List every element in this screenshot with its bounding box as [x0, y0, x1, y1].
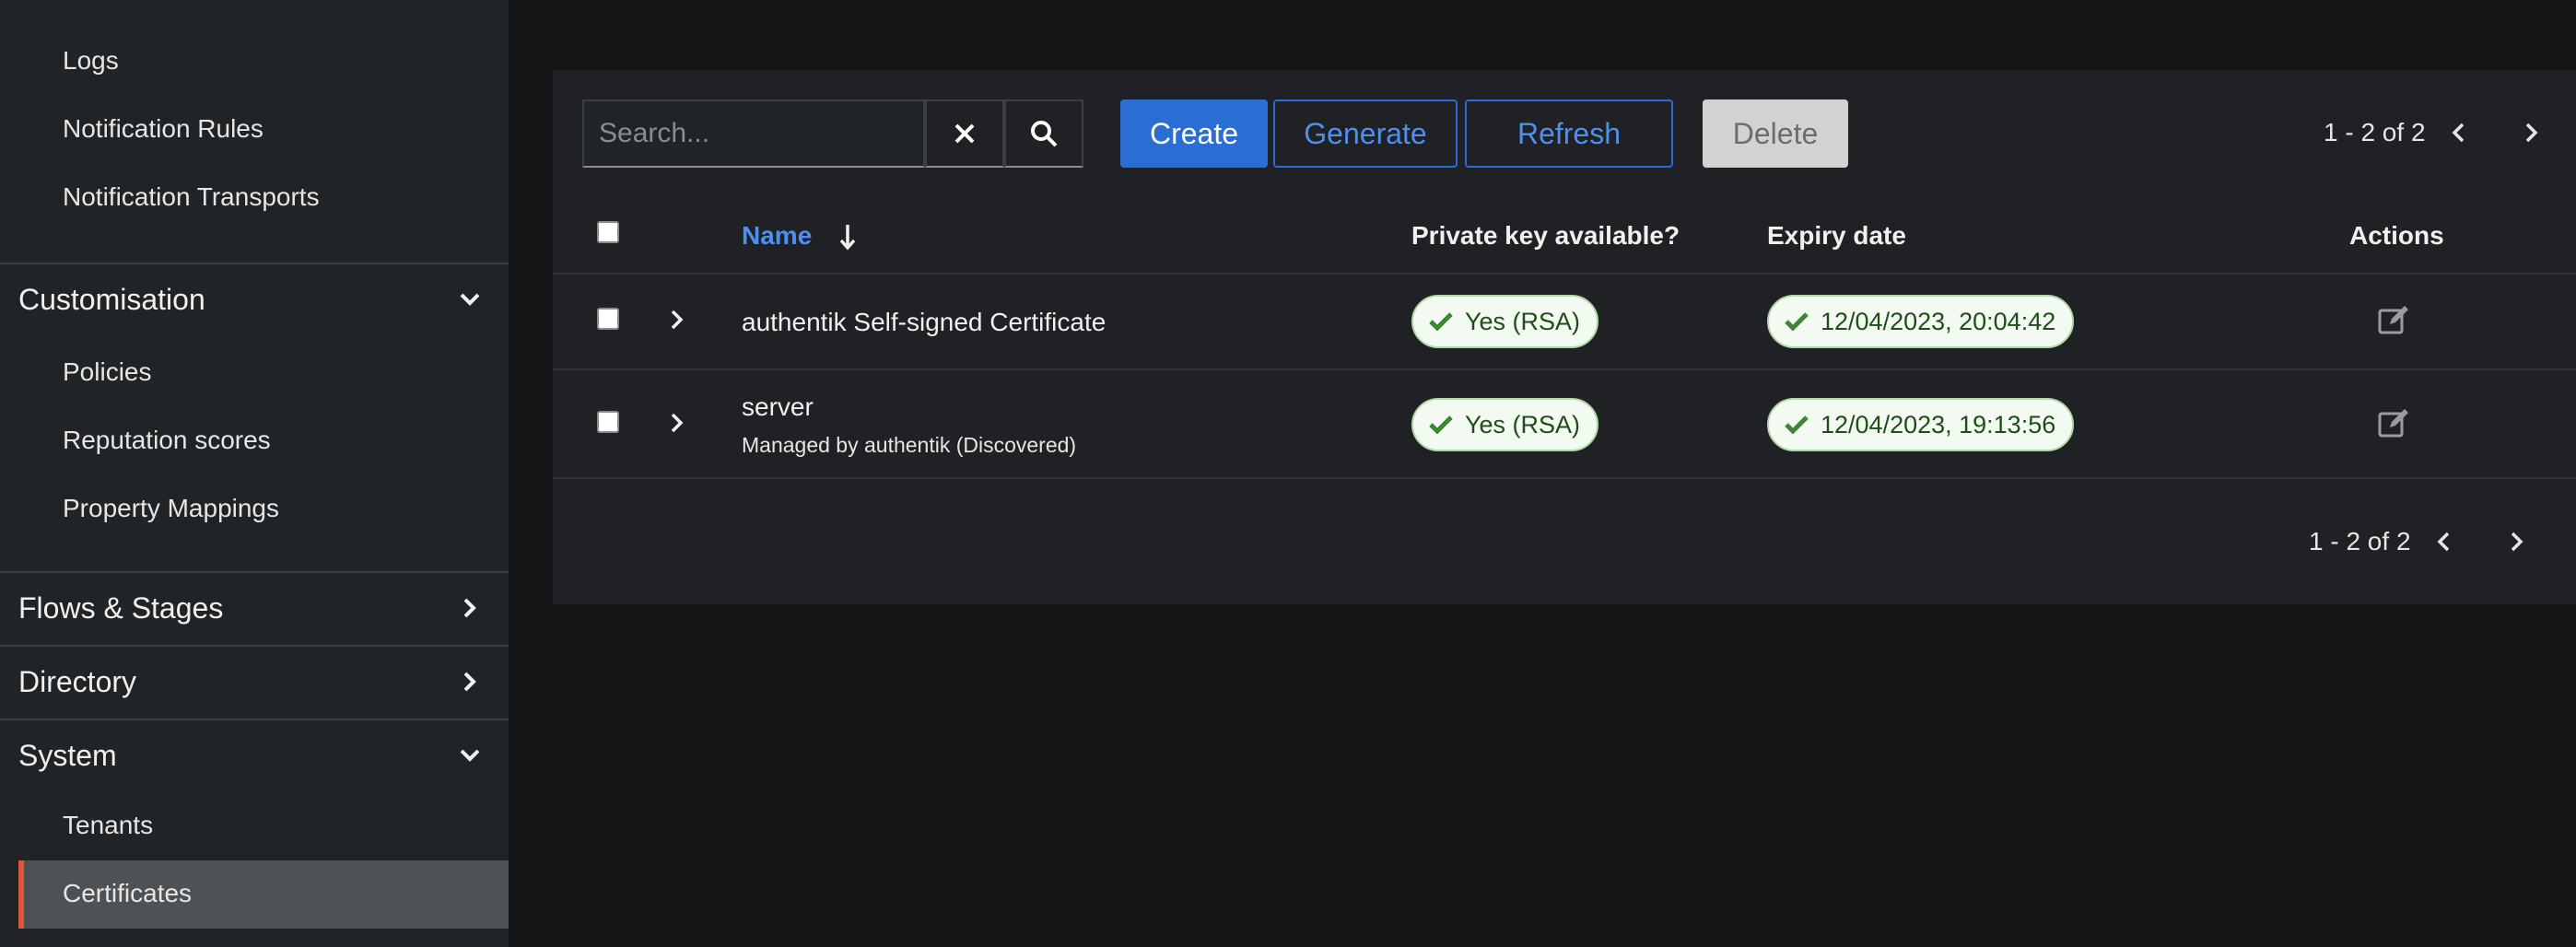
sidebar-group-label: Flows & Stages: [18, 590, 224, 625]
expand-chevron-icon[interactable]: [671, 413, 684, 433]
sidebar-item-certificates[interactable]: Certificates: [63, 879, 192, 908]
chevron-right-icon: [457, 669, 483, 695]
search-input-wrapper[interactable]: [582, 99, 925, 168]
private-key-badge: Yes (RSA): [1411, 398, 1599, 451]
search-input[interactable]: [599, 118, 923, 149]
certificate-managed-note: Managed by authentik (Discovered): [742, 433, 1077, 457]
sidebar-group-label: System: [18, 738, 117, 772]
column-header-expiry: Expiry date: [1767, 221, 1906, 250]
footer-pagination-label: 1 - 2 of 2: [2309, 527, 2411, 555]
edit-icon[interactable]: [2377, 407, 2410, 440]
private-key-text: Yes (RSA): [1465, 410, 1581, 438]
expiry-text: 12/04/2023, 19:13:56: [1821, 410, 2056, 438]
column-header-actions: Actions: [2349, 221, 2444, 250]
sidebar-item-tenants[interactable]: Tenants: [63, 811, 153, 840]
column-header-name[interactable]: Name: [742, 221, 812, 251]
sidebar-item-reputation-scores[interactable]: Reputation scores: [63, 426, 271, 455]
clear-search-button[interactable]: [925, 99, 1004, 168]
chevron-right-icon: [457, 595, 483, 621]
sidebar-item-logs[interactable]: Logs: [63, 46, 119, 76]
divider: [553, 273, 2576, 275]
sidebar-group-customisation[interactable]: Customisation: [0, 263, 509, 334]
search-icon: [1031, 121, 1058, 147]
chevron-left-icon[interactable]: [2429, 527, 2458, 556]
sidebar-item-notification-transports[interactable]: Notification Transports: [63, 182, 320, 212]
expiry-badge: 12/04/2023, 20:04:42: [1767, 295, 2075, 348]
expiry-badge: 12/04/2023, 19:13:56: [1767, 398, 2075, 451]
generate-button[interactable]: Generate: [1273, 99, 1458, 168]
refresh-button[interactable]: Refresh: [1465, 99, 1673, 168]
check-icon: [1785, 312, 1809, 332]
sidebar-item-property-mappings[interactable]: Property Mappings: [63, 494, 279, 523]
certificate-name[interactable]: server: [742, 392, 814, 422]
chevron-right-icon[interactable]: [2502, 527, 2532, 556]
sidebar-group-label: Customisation: [18, 282, 205, 316]
search-button[interactable]: [1004, 99, 1083, 168]
certificate-name[interactable]: authentik Self-signed Certificate: [742, 308, 1106, 337]
expiry-text: 12/04/2023, 20:04:42: [1821, 307, 2056, 335]
create-button[interactable]: Create: [1120, 99, 1268, 168]
expand-chevron-icon[interactable]: [671, 310, 684, 330]
sidebar-group-flows-stages[interactable]: Flows & Stages: [0, 571, 509, 643]
pagination-label: 1 - 2 of 2: [2324, 118, 2426, 146]
row-checkbox[interactable]: [597, 411, 619, 433]
sidebar-group-label: Directory: [18, 664, 137, 698]
chevron-down-icon: [457, 742, 483, 768]
check-icon: [1429, 312, 1453, 332]
sidebar-group-system[interactable]: System: [0, 719, 509, 790]
check-icon: [1785, 415, 1809, 435]
edit-icon[interactable]: [2377, 304, 2410, 337]
check-icon: [1429, 415, 1453, 435]
chevron-down-icon: [457, 286, 483, 312]
private-key-text: Yes (RSA): [1465, 307, 1581, 335]
sidebar-item-policies[interactable]: Policies: [63, 357, 151, 387]
sort-down-icon[interactable]: [838, 223, 857, 251]
sidebar-item-notification-rules[interactable]: Notification Rules: [63, 114, 263, 144]
delete-button: Delete: [1703, 99, 1848, 168]
close-icon: [954, 123, 975, 144]
sidebar-group-directory[interactable]: Directory: [0, 645, 509, 717]
chevron-left-icon[interactable]: [2443, 118, 2473, 147]
divider: [553, 368, 2576, 370]
divider: [553, 477, 2576, 479]
sidebar: Logs Notification Rules Notification Tra…: [0, 0, 509, 947]
private-key-badge: Yes (RSA): [1411, 295, 1599, 348]
row-checkbox[interactable]: [597, 308, 619, 330]
column-header-private-key: Private key available?: [1411, 221, 1680, 250]
select-all-checkbox[interactable]: [597, 221, 619, 243]
chevron-right-icon[interactable]: [2517, 118, 2547, 147]
